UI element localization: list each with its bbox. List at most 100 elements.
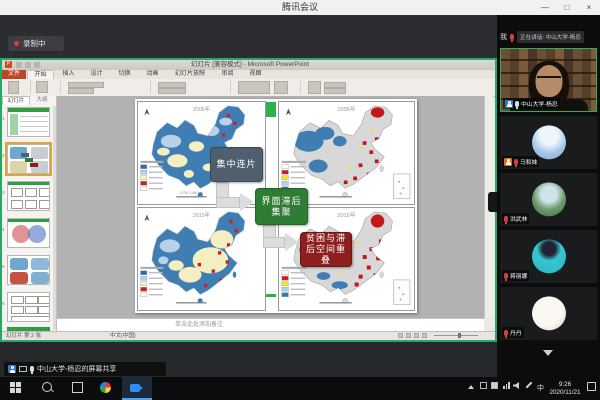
slide-thumbnail-4[interactable]	[7, 218, 50, 248]
view-normal-button[interactable]	[398, 333, 403, 338]
close-button[interactable]: ×	[578, 0, 600, 15]
maximize-button[interactable]: □	[556, 0, 578, 15]
south-china-sea-inset	[394, 280, 410, 305]
pane-tab-slides[interactable]: 幻灯片	[2, 96, 30, 105]
tab-insert[interactable]: 插入	[55, 70, 82, 79]
view-reading-button[interactable]	[414, 333, 419, 338]
participant-name: 洪武林	[510, 214, 527, 223]
arrow-shaft	[216, 197, 240, 208]
shapes-gallery[interactable]	[238, 81, 270, 94]
network-icon[interactable]	[503, 382, 510, 389]
ribbon-separator	[150, 80, 151, 94]
tab-review[interactable]: 审阅	[214, 70, 241, 79]
tray-expand-caret[interactable]	[468, 385, 474, 389]
participant-name: 中山大学-杨忍	[521, 99, 558, 108]
replace-button[interactable]	[324, 88, 346, 94]
mic-muted-icon	[514, 159, 518, 165]
ppt-window-title: 幻灯片 [兼容模式] - Microsoft PowerPoint	[140, 60, 360, 70]
green-accent-bar-bottom	[266, 294, 276, 297]
slide-thumbnail-2-selected[interactable]	[7, 144, 50, 174]
zoom-slider-knob[interactable]	[458, 333, 461, 338]
meeting-toolbar	[0, 15, 497, 60]
annotation-panel-handle[interactable]	[488, 192, 497, 212]
view-slideshow-button[interactable]	[422, 333, 427, 338]
participant-role-icon	[505, 100, 513, 108]
avatar	[532, 125, 566, 159]
arrow-head-icon	[285, 233, 299, 251]
slide-thumbnail-5[interactable]	[7, 255, 50, 285]
view-sorter-button[interactable]	[406, 333, 411, 338]
tab-file[interactable]: 文件	[2, 70, 26, 79]
action-center-icon[interactable]	[587, 382, 596, 391]
language-indicator: 中文(中国)	[110, 332, 136, 340]
glasses	[537, 76, 561, 84]
undo-icon[interactable]	[25, 62, 31, 68]
redo-icon[interactable]	[34, 62, 40, 68]
map-2015-choropleth[interactable]: 2015年	[137, 207, 266, 311]
powerpoint-logo-icon: P	[5, 61, 12, 68]
tab-home[interactable]: 开始	[27, 70, 54, 79]
arrange-icon[interactable]	[274, 81, 288, 94]
north-arrow-icon	[144, 109, 149, 116]
more-participants-caret[interactable]	[543, 350, 553, 356]
save-icon[interactable]	[16, 62, 22, 68]
slide-thumbnail-1[interactable]	[7, 107, 50, 137]
tab-slideshow[interactable]: 幻灯片放映	[167, 70, 213, 79]
minimize-button[interactable]: —	[534, 0, 556, 15]
browser-icon[interactable]	[100, 382, 111, 393]
screen-share-banner: 中山大学-杨忍的屏幕共享	[4, 362, 166, 376]
tab-animations[interactable]: 动画	[139, 70, 166, 79]
callout-lag-agglomeration[interactable]: 界面滞后集聚	[255, 188, 308, 225]
tab-design[interactable]: 设计	[83, 70, 110, 79]
ribbon-separator	[60, 80, 61, 94]
zoom-slider-track[interactable]	[434, 335, 478, 336]
map-scale-text: 0 700 1,400 km	[180, 191, 203, 195]
font-style-buttons[interactable]	[68, 88, 94, 94]
participant-role-icon	[504, 158, 512, 166]
map-year-label: 2006年	[193, 105, 211, 113]
callout-concentrated-contiguous[interactable]: 集中连片	[210, 147, 263, 182]
tray-display-icon[interactable]	[480, 382, 487, 389]
participant-tile[interactable]: 蒋丽娜	[500, 230, 597, 283]
me-label: 我	[500, 32, 507, 42]
participant-name: 丹丹	[510, 328, 522, 337]
clock-time: 9:26	[548, 381, 582, 389]
quick-styles-icon[interactable]	[308, 81, 321, 94]
meeting-app-taskbar-button[interactable]	[122, 377, 152, 400]
participant-tile-video[interactable]: 中山大学-杨忍	[500, 48, 597, 112]
ribbon-separator	[300, 80, 301, 94]
notes-area[interactable]: 单击此处添加备注	[57, 318, 484, 331]
clock[interactable]: 9:26 2020/11/21	[548, 381, 582, 397]
tab-view[interactable]: 视图	[242, 70, 269, 79]
slide-number: 3	[2, 190, 6, 195]
north-arrow-icon	[286, 109, 291, 116]
tray-battery-icon[interactable]	[491, 382, 498, 389]
ime-indicator[interactable]: 中	[537, 383, 544, 393]
mic-muted-icon	[504, 273, 508, 279]
camera-icon	[130, 384, 140, 392]
screen-icon	[19, 366, 27, 372]
paste-icon[interactable]	[8, 81, 19, 94]
search-icon[interactable]	[42, 382, 52, 392]
start-button[interactable]	[10, 382, 21, 393]
tab-transitions[interactable]: 切换	[111, 70, 138, 79]
clock-date: 2020/11/21	[548, 389, 582, 397]
paragraph-list-buttons[interactable]	[158, 88, 186, 94]
participant-tile[interactable]: 洪武林	[500, 173, 597, 226]
participant-tile[interactable]: 丹丹	[500, 287, 597, 340]
slide-number: 1	[2, 116, 6, 121]
mic-on-icon	[515, 101, 519, 107]
slide-thumbnail-6[interactable]	[7, 292, 50, 322]
slide-thumbnail-3[interactable]	[7, 181, 50, 211]
participant-tile[interactable]: 马和妹	[500, 116, 597, 169]
callout-poverty-lag-overlap[interactable]: 贫困与滞后空间重叠	[300, 232, 352, 267]
task-view-icon[interactable]	[72, 382, 83, 393]
pane-tab-outline[interactable]: 大纲	[30, 96, 54, 105]
pane-scrollbar[interactable]	[53, 106, 56, 330]
new-slide-icon[interactable]	[36, 81, 48, 93]
slide-number: 2	[2, 153, 6, 158]
my-mic-icon[interactable]	[510, 34, 514, 40]
recording-label: 录制中	[23, 38, 46, 49]
ribbon-separator	[30, 80, 31, 94]
share-banner-text: 中山大学-杨忍的屏幕共享	[37, 364, 116, 374]
